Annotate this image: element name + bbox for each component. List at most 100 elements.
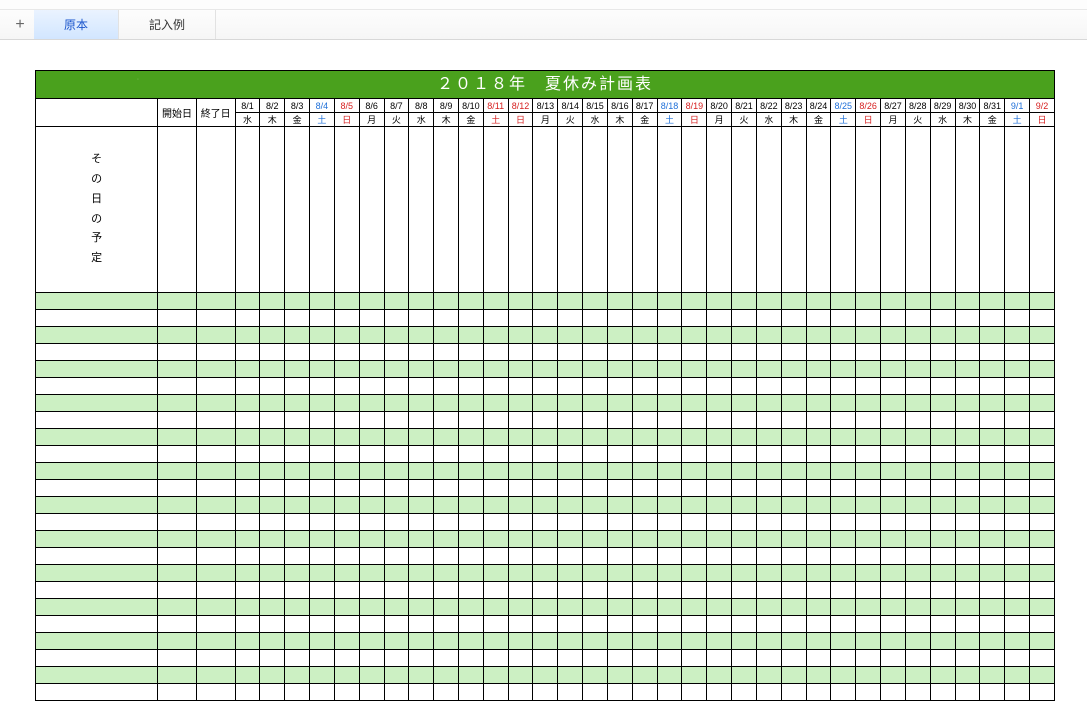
task-day-cell[interactable] — [607, 684, 632, 701]
task-day-cell[interactable] — [409, 480, 434, 497]
task-day-cell[interactable] — [483, 378, 508, 395]
task-day-cell[interactable] — [1030, 412, 1055, 429]
task-day-cell[interactable] — [632, 463, 657, 480]
task-day-cell[interactable] — [632, 616, 657, 633]
task-day-cell[interactable] — [334, 310, 359, 327]
task-day-cell[interactable] — [707, 650, 732, 667]
task-day-cell[interactable] — [1005, 565, 1030, 582]
task-day-cell[interactable] — [1005, 378, 1030, 395]
task-day-cell[interactable] — [881, 344, 906, 361]
task-day-cell[interactable] — [682, 361, 707, 378]
task-day-cell[interactable] — [1030, 497, 1055, 514]
task-name-cell[interactable] — [36, 480, 158, 497]
task-day-cell[interactable] — [310, 327, 335, 344]
task-day-cell[interactable] — [881, 429, 906, 446]
task-day-cell[interactable] — [558, 429, 583, 446]
task-day-cell[interactable] — [980, 514, 1005, 531]
task-day-cell[interactable] — [707, 548, 732, 565]
task-day-cell[interactable] — [806, 548, 831, 565]
task-day-cell[interactable] — [806, 395, 831, 412]
task-day-cell[interactable] — [732, 514, 757, 531]
task-day-cell[interactable] — [384, 412, 409, 429]
schedule-cell[interactable] — [881, 127, 906, 293]
task-day-cell[interactable] — [508, 344, 533, 361]
task-day-cell[interactable] — [1005, 514, 1030, 531]
task-day-cell[interactable] — [781, 293, 806, 310]
task-day-cell[interactable] — [831, 412, 856, 429]
task-day-cell[interactable] — [434, 599, 459, 616]
task-day-cell[interactable] — [682, 514, 707, 531]
task-day-cell[interactable] — [756, 463, 781, 480]
task-day-cell[interactable] — [732, 395, 757, 412]
task-day-cell[interactable] — [756, 446, 781, 463]
task-day-cell[interactable] — [607, 395, 632, 412]
task-day-cell[interactable] — [1005, 531, 1030, 548]
task-name-cell[interactable] — [36, 361, 158, 378]
task-day-cell[interactable] — [583, 684, 608, 701]
task-day-cell[interactable] — [458, 633, 483, 650]
task-day-cell[interactable] — [856, 429, 881, 446]
task-day-cell[interactable] — [558, 633, 583, 650]
task-day-cell[interactable] — [1005, 497, 1030, 514]
task-day-cell[interactable] — [384, 293, 409, 310]
task-day-cell[interactable] — [1005, 667, 1030, 684]
task-day-cell[interactable] — [434, 531, 459, 548]
task-day-cell[interactable] — [980, 599, 1005, 616]
task-day-cell[interactable] — [285, 616, 310, 633]
task-day-cell[interactable] — [583, 327, 608, 344]
task-day-cell[interactable] — [955, 412, 980, 429]
task-day-cell[interactable] — [334, 327, 359, 344]
task-day-cell[interactable] — [930, 344, 955, 361]
task-day-cell[interactable] — [881, 310, 906, 327]
task-day-cell[interactable] — [955, 327, 980, 344]
task-day-cell[interactable] — [831, 293, 856, 310]
task-day-cell[interactable] — [1005, 599, 1030, 616]
task-start-cell[interactable] — [158, 310, 197, 327]
schedule-cell[interactable] — [756, 127, 781, 293]
task-day-cell[interactable] — [657, 412, 682, 429]
task-day-cell[interactable] — [806, 327, 831, 344]
task-day-cell[interactable] — [285, 514, 310, 531]
task-day-cell[interactable] — [632, 378, 657, 395]
task-day-cell[interactable] — [781, 310, 806, 327]
task-name-cell[interactable] — [36, 327, 158, 344]
task-day-cell[interactable] — [980, 293, 1005, 310]
task-day-cell[interactable] — [980, 633, 1005, 650]
task-day-cell[interactable] — [806, 429, 831, 446]
task-day-cell[interactable] — [657, 616, 682, 633]
task-day-cell[interactable] — [508, 548, 533, 565]
task-day-cell[interactable] — [955, 395, 980, 412]
task-start-cell[interactable] — [158, 514, 197, 531]
task-day-cell[interactable] — [533, 633, 558, 650]
task-day-cell[interactable] — [806, 378, 831, 395]
task-name-cell[interactable] — [36, 395, 158, 412]
task-day-cell[interactable] — [607, 667, 632, 684]
task-day-cell[interactable] — [781, 327, 806, 344]
task-day-cell[interactable] — [632, 633, 657, 650]
task-day-cell[interactable] — [235, 395, 260, 412]
task-day-cell[interactable] — [260, 361, 285, 378]
task-day-cell[interactable] — [756, 684, 781, 701]
task-name-cell[interactable] — [36, 565, 158, 582]
task-day-cell[interactable] — [310, 633, 335, 650]
task-day-cell[interactable] — [558, 514, 583, 531]
task-day-cell[interactable] — [434, 446, 459, 463]
task-day-cell[interactable] — [508, 327, 533, 344]
task-day-cell[interactable] — [285, 378, 310, 395]
task-day-cell[interactable] — [384, 531, 409, 548]
task-day-cell[interactable] — [905, 565, 930, 582]
task-day-cell[interactable] — [285, 327, 310, 344]
task-day-cell[interactable] — [558, 378, 583, 395]
schedule-cell[interactable] — [558, 127, 583, 293]
task-end-cell[interactable] — [196, 412, 235, 429]
task-name-cell[interactable] — [36, 310, 158, 327]
task-start-cell[interactable] — [158, 616, 197, 633]
task-day-cell[interactable] — [1030, 667, 1055, 684]
task-day-cell[interactable] — [930, 463, 955, 480]
task-day-cell[interactable] — [905, 616, 930, 633]
task-day-cell[interactable] — [409, 412, 434, 429]
task-day-cell[interactable] — [657, 310, 682, 327]
task-day-cell[interactable] — [781, 616, 806, 633]
task-start-cell[interactable] — [158, 344, 197, 361]
task-start-cell[interactable] — [158, 463, 197, 480]
